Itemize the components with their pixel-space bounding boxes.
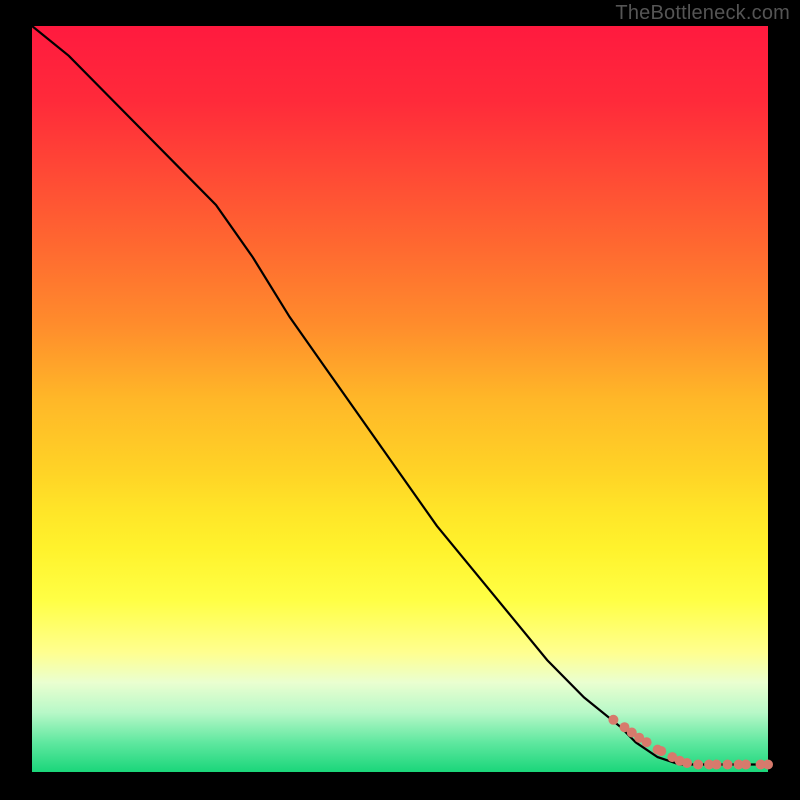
watermark-text: TheBottleneck.com	[615, 2, 790, 25]
data-point	[656, 746, 666, 756]
bottleneck-chart	[0, 0, 800, 800]
data-point	[741, 760, 751, 770]
chart-container: TheBottleneck.com	[0, 0, 800, 800]
data-point	[712, 760, 722, 770]
data-point	[763, 760, 773, 770]
data-point	[642, 737, 652, 747]
data-point	[723, 760, 733, 770]
data-point	[693, 760, 703, 770]
plot-area	[32, 26, 768, 772]
data-point	[608, 715, 618, 725]
data-point	[682, 758, 692, 768]
